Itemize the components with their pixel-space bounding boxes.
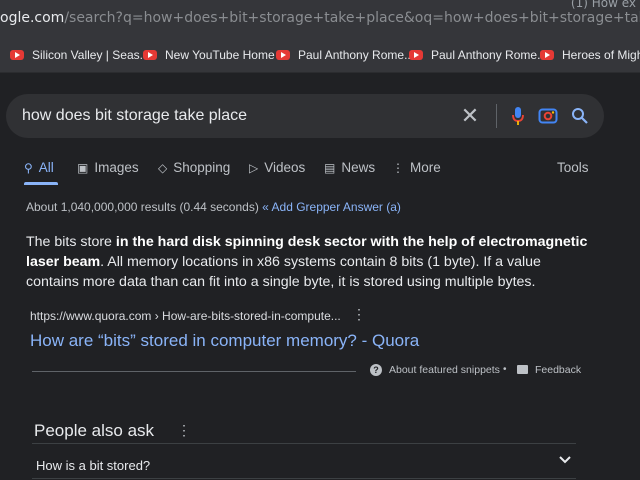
- help-icon: ?: [370, 364, 382, 376]
- result-title-link[interactable]: How are “bits” stored in computer memory…: [30, 331, 419, 351]
- bookmark-item[interactable]: New YouTube Home: [143, 48, 275, 62]
- youtube-icon: [540, 50, 554, 60]
- divider: [32, 443, 576, 444]
- image-icon: ▣: [77, 161, 89, 175]
- youtube-icon: [10, 50, 24, 60]
- youtube-icon: [409, 50, 423, 60]
- tab-videos[interactable]: ▷ Videos: [249, 160, 305, 175]
- bookmark-item[interactable]: Paul Anthony Rome...: [409, 48, 547, 62]
- divider: [496, 104, 497, 128]
- tab-all[interactable]: ⚲ All: [24, 160, 54, 175]
- browser-tab-title[interactable]: (1) How ex: [571, 0, 636, 10]
- chevron-down-icon[interactable]: [558, 452, 572, 471]
- result-count: About 1,040,000,000 results (0.44 second…: [26, 200, 259, 214]
- more-vert-icon[interactable]: ⋮: [177, 422, 191, 439]
- question-item[interactable]: How is a bit stored?: [36, 458, 150, 473]
- result-stats: About 1,040,000,000 results (0.44 second…: [26, 200, 401, 214]
- search-box[interactable]: how does bit storage take place ✕: [6, 94, 604, 138]
- about-featured-snippets-link[interactable]: ? About featured snippets: [370, 364, 500, 376]
- more-vert-icon: ⋮: [392, 161, 404, 175]
- url-path: /search?q=how+does+bit+storage+take+plac…: [64, 10, 640, 26]
- people-also-ask-heading: People also ask: [34, 421, 155, 440]
- tag-icon: ◇: [158, 161, 168, 175]
- tab-images[interactable]: ▣ Images: [77, 160, 139, 175]
- bookmark-item[interactable]: Paul Anthony Rome...: [276, 48, 414, 62]
- youtube-icon: [276, 50, 290, 60]
- add-grepper-answer-link[interactable]: « Add Grepper Answer (a): [262, 200, 401, 214]
- bookmarks-bar: Silicon Valley | Seas... New YouTube Hom…: [0, 40, 640, 73]
- url-domain: ogle.com: [0, 10, 65, 26]
- close-icon[interactable]: ✕: [458, 103, 482, 128]
- tab-news[interactable]: ▤ News: [324, 160, 375, 175]
- address-bar[interactable]: ogle.com/search?q=how+does+bit+storage+t…: [0, 0, 640, 40]
- news-icon: ▤: [324, 161, 336, 175]
- active-tab-indicator: [24, 182, 58, 185]
- search-icon[interactable]: [568, 104, 592, 128]
- search-input[interactable]: how does bit storage take place: [22, 107, 247, 125]
- bookmark-item[interactable]: Heroes of Might an: [540, 48, 640, 62]
- microphone-icon[interactable]: [506, 104, 530, 128]
- tools-button[interactable]: Tools: [557, 160, 589, 175]
- tab-shopping[interactable]: ◇ Shopping: [158, 160, 230, 175]
- bookmark-item[interactable]: Silicon Valley | Seas...: [10, 48, 150, 62]
- separator-dot: •: [503, 364, 507, 375]
- featured-snippet-text: The bits store in the hard disk spinning…: [26, 234, 588, 290]
- play-icon: ▷: [249, 161, 259, 175]
- youtube-icon: [143, 50, 157, 60]
- divider: [32, 371, 356, 372]
- search-icon: ⚲: [24, 161, 33, 175]
- feedback-icon: [517, 365, 528, 374]
- camera-lens-icon[interactable]: [536, 104, 560, 128]
- more-vert-icon[interactable]: ⋮: [352, 306, 366, 323]
- feedback-link[interactable]: Feedback: [517, 364, 581, 376]
- result-source-url[interactable]: https://www.quora.com › How-are-bits-sto…: [30, 309, 341, 323]
- divider: [32, 478, 576, 479]
- tab-more[interactable]: ⋮ More: [392, 160, 441, 175]
